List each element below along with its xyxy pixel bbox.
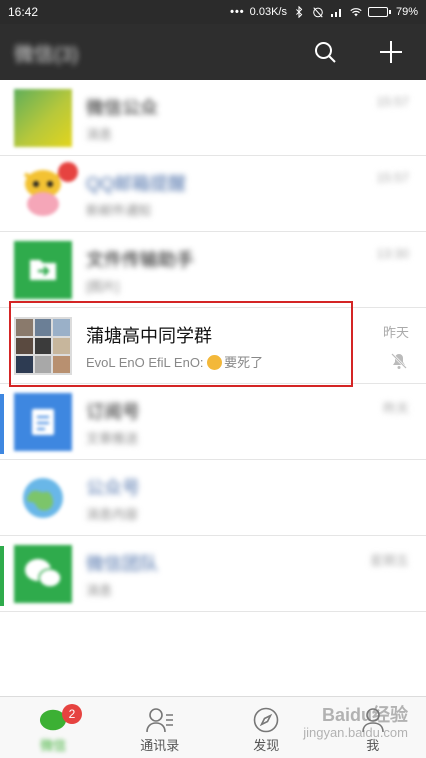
chat-list: 微信公众 消息 15:57 QQ邮箱提醒 新邮件通知 15:57 文件传输助手 … bbox=[0, 80, 426, 696]
chat-preview: 新邮件通知 bbox=[86, 203, 152, 218]
mute-icon bbox=[391, 353, 407, 369]
header-actions bbox=[312, 39, 412, 65]
chat-time: 昨天 bbox=[382, 401, 409, 416]
chat-row-group[interactable]: 蒲塘高中同学群 EvoL EnO EfiL EnO: 要死了 昨天 bbox=[0, 308, 426, 384]
wifi-icon bbox=[350, 8, 362, 17]
tab-label: 微信 bbox=[40, 738, 67, 753]
chat-name: QQ邮箱提醒 bbox=[86, 174, 187, 194]
chat-row[interactable]: 微信公众 消息 15:57 bbox=[0, 80, 426, 156]
compass-icon bbox=[252, 707, 280, 733]
status-time: 16:42 bbox=[8, 5, 39, 19]
chat-name: 微信团队 bbox=[86, 554, 158, 574]
network-speed: 0.03K/s bbox=[249, 6, 287, 18]
preview-text: 要死了 bbox=[224, 355, 264, 370]
page-title: 微信(3) bbox=[14, 43, 79, 66]
globe-icon bbox=[14, 469, 72, 527]
chat-preview: 消息 bbox=[86, 127, 113, 142]
chat-preview: 消息内容 bbox=[86, 507, 139, 522]
tab-chats[interactable]: 2 微信 bbox=[0, 697, 107, 758]
wechat-logo-icon bbox=[14, 545, 72, 603]
chat-name: 文件传输助手 bbox=[86, 250, 194, 270]
chat-preview: EvoL EnO EfiL EnO: 要死了 bbox=[86, 352, 263, 371]
subscription-icon bbox=[14, 393, 72, 451]
chat-preview: [图片] bbox=[86, 279, 120, 294]
group-avatar bbox=[14, 317, 72, 375]
chat-name: 微信公众 bbox=[86, 98, 158, 118]
emoji-icon bbox=[207, 355, 223, 370]
chat-row[interactable]: 微信团队 消息 星期五 bbox=[0, 536, 426, 612]
battery-icon bbox=[367, 7, 391, 17]
watermark-url: jingyan.baidu.com bbox=[303, 724, 408, 740]
chat-time: 15:57 bbox=[376, 170, 409, 185]
chat-row[interactable]: 文件传输助手 [图片] 13:30 bbox=[0, 232, 426, 308]
chat-preview: 文章推送 bbox=[86, 431, 139, 446]
status-icons: ••• 0.03K/s 79% bbox=[230, 6, 418, 18]
watermark: Baidu经验 jingyan.baidu.com bbox=[303, 705, 408, 740]
bluetooth-icon bbox=[296, 6, 303, 18]
tab-label: 通讯录 bbox=[140, 738, 180, 753]
chat-preview: 消息 bbox=[86, 583, 113, 598]
status-bar: 16:42 ••• 0.03K/s 79% bbox=[0, 0, 426, 24]
chat-time: 昨天 bbox=[382, 325, 409, 340]
tab-label: 发现 bbox=[253, 738, 280, 753]
chat-name: 蒲塘高中同学群 bbox=[86, 326, 212, 346]
preview-sender: EvoL EnO EfiL EnO: bbox=[86, 355, 208, 370]
file-transfer-icon bbox=[14, 241, 72, 299]
chat-row[interactable]: 公众号 消息内容 bbox=[0, 460, 426, 536]
avatar bbox=[14, 89, 72, 147]
chat-time: 星期五 bbox=[369, 553, 409, 568]
plus-icon[interactable] bbox=[378, 39, 404, 65]
chat-name: 公众号 bbox=[86, 478, 140, 498]
alarm-off-icon bbox=[313, 7, 323, 18]
signal-icon bbox=[330, 9, 341, 17]
unread-badge: 2 bbox=[62, 704, 82, 724]
chat-time: 15:57 bbox=[376, 94, 409, 109]
chat-row[interactable]: QQ邮箱提醒 新邮件通知 15:57 bbox=[0, 156, 426, 232]
chat-row[interactable]: 订阅号 文章推送 昨天 bbox=[0, 384, 426, 460]
unread-badge bbox=[58, 162, 78, 182]
battery-percent: 79% bbox=[395, 6, 418, 18]
search-icon[interactable] bbox=[312, 39, 338, 65]
tab-contacts[interactable]: 通讯录 bbox=[107, 697, 214, 758]
more-dots: ••• bbox=[230, 6, 245, 18]
chat-time: 13:30 bbox=[376, 246, 409, 261]
watermark-title: Baidu经验 bbox=[321, 705, 408, 725]
header: 微信(3) bbox=[0, 24, 426, 80]
chat-name: 订阅号 bbox=[86, 402, 140, 422]
contacts-icon bbox=[145, 707, 174, 733]
